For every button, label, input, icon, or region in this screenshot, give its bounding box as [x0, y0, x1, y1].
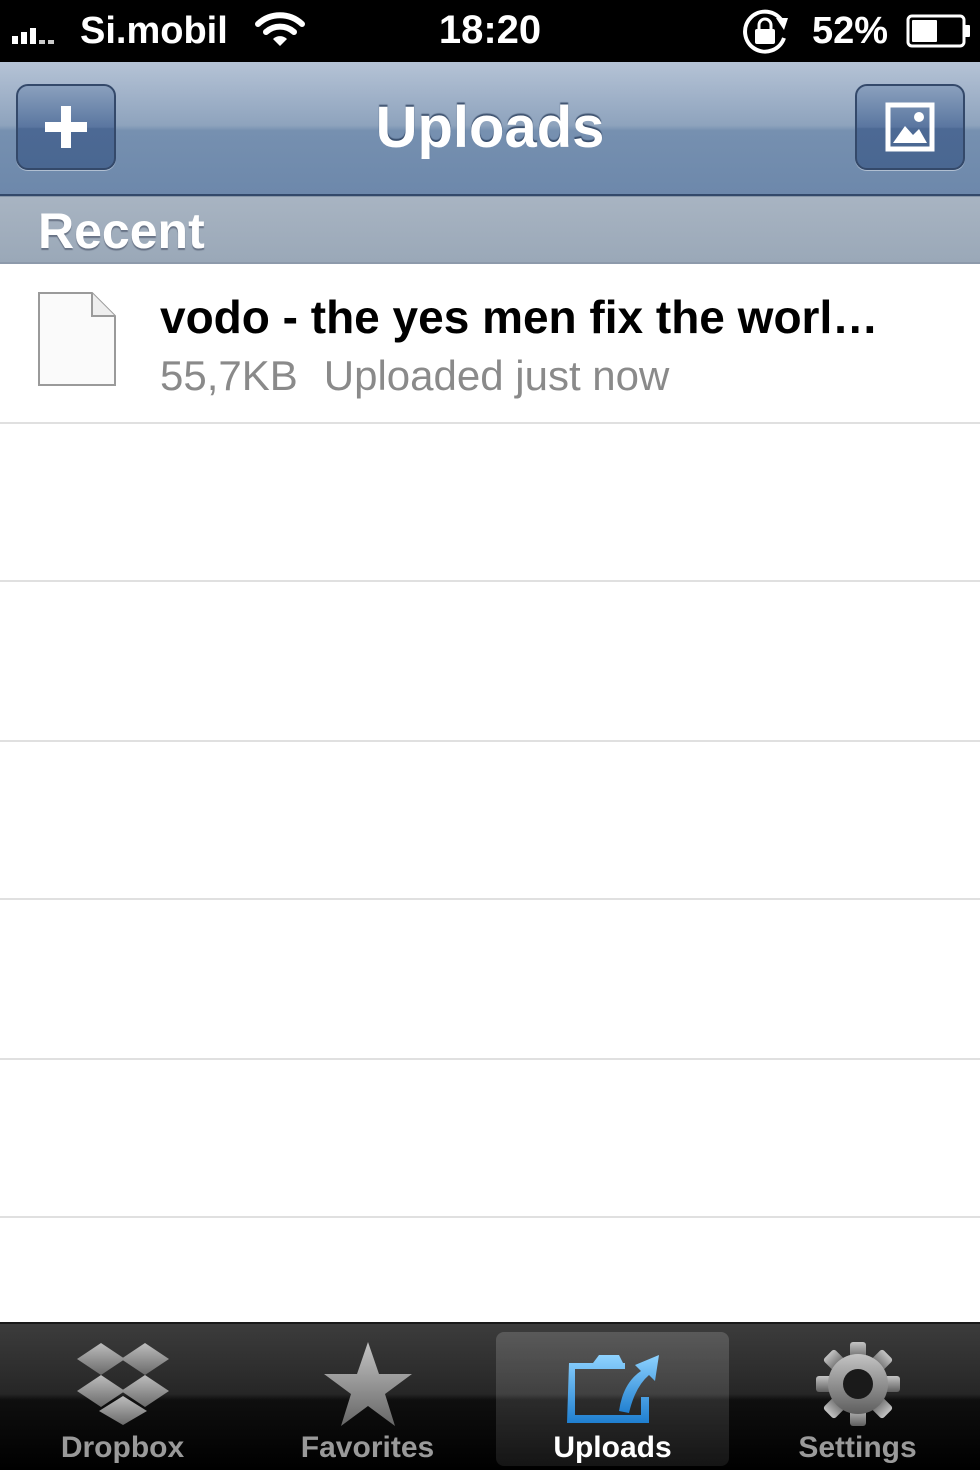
- battery-percent: 52%: [812, 10, 889, 52]
- dropbox-icon: [0, 1338, 245, 1430]
- tab-bar: Dropbox Favorites Uploads Settings: [0, 1322, 980, 1470]
- tab-dropbox[interactable]: Dropbox: [0, 1324, 245, 1470]
- tab-label: Settings: [798, 1431, 917, 1464]
- empty-row: [0, 582, 980, 742]
- section-header: Recent: [0, 196, 980, 264]
- file-icon: [38, 292, 116, 386]
- tab-label: Uploads: [553, 1431, 672, 1464]
- empty-row: [0, 1060, 980, 1218]
- star-icon: [245, 1338, 490, 1430]
- plus-icon: [18, 86, 114, 168]
- add-button[interactable]: [16, 84, 116, 170]
- tab-favorites[interactable]: Favorites: [245, 1324, 490, 1470]
- tab-label: Dropbox: [60, 1431, 185, 1464]
- empty-row: [0, 424, 980, 582]
- tab-settings[interactable]: Settings: [735, 1324, 980, 1470]
- file-details: 55,7KB Uploaded just now: [160, 350, 950, 402]
- upload-folder-icon: [496, 1338, 729, 1430]
- photo-icon: [857, 86, 963, 168]
- photo-upload-button[interactable]: [855, 84, 965, 170]
- status-bar: Si.mobil 18:20 52%: [0, 0, 980, 62]
- file-name: vodo - the yes men fix the worl…: [160, 291, 879, 343]
- uploads-list[interactable]: vodo - the yes men fix the worl… 55,7KB U…: [0, 264, 980, 1322]
- tab-label: Favorites: [300, 1431, 435, 1464]
- empty-row: [0, 742, 980, 900]
- section-header-label: Recent: [38, 203, 205, 259]
- empty-row: [0, 900, 980, 1060]
- gear-icon: [735, 1338, 980, 1430]
- page-title: Uploads: [375, 95, 605, 160]
- tab-uploads[interactable]: Uploads: [496, 1324, 729, 1470]
- file-size: 55,7KB: [160, 352, 298, 399]
- battery-icon: [906, 14, 970, 48]
- rotation-lock-icon: [743, 9, 788, 54]
- navigation-bar: Uploads: [0, 62, 980, 196]
- list-item[interactable]: vodo - the yes men fix the worl… 55,7KB U…: [0, 264, 980, 424]
- upload-status: Uploaded just now: [323, 352, 670, 399]
